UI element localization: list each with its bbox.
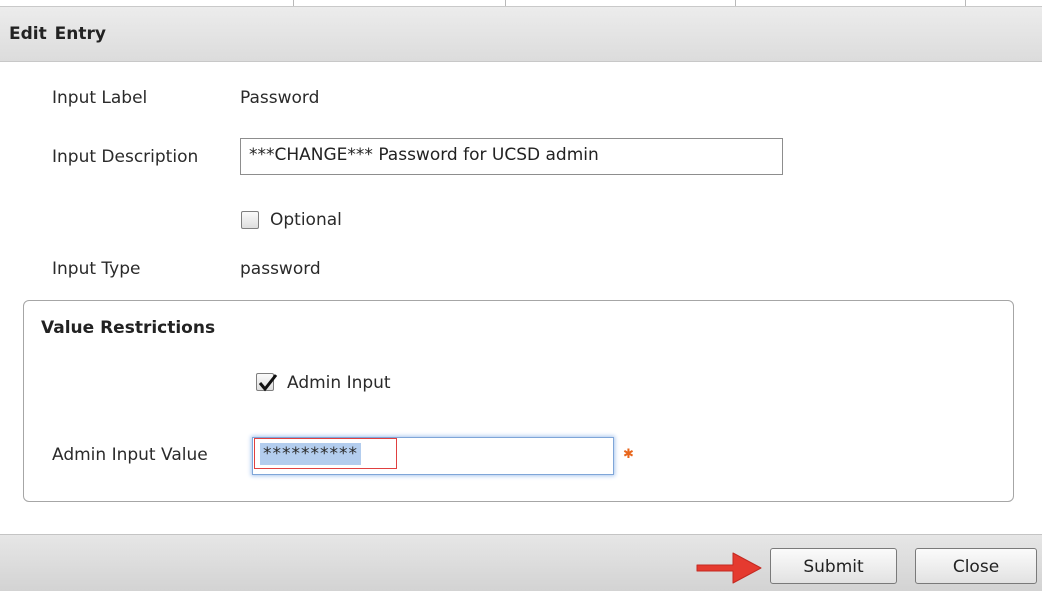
annotation-highlight-box	[254, 438, 397, 469]
top-strip-divider	[735, 0, 736, 6]
checkmark-icon	[258, 374, 278, 392]
optional-checkbox[interactable]	[241, 211, 259, 229]
input-label-label: Input Label	[52, 88, 148, 108]
admin-input-checkbox[interactable]	[256, 373, 278, 392]
admin-input-value-label: Admin Input Value	[52, 445, 208, 465]
pointer-arrow-annotation	[696, 552, 762, 584]
value-restrictions-title: Value Restrictions	[41, 318, 216, 338]
admin-input-label[interactable]: Admin Input	[287, 373, 391, 393]
top-strip-divider	[293, 0, 294, 6]
input-type-label: Input Type	[52, 259, 141, 279]
input-description-field[interactable]: ***CHANGE*** Password for UCSD admin	[240, 138, 783, 175]
top-strip	[0, 0, 1042, 7]
optional-label[interactable]: Optional	[270, 210, 342, 230]
close-button[interactable]: Close	[915, 548, 1037, 584]
top-strip-divider	[505, 0, 506, 6]
input-label-value: Password	[240, 88, 320, 108]
submit-button[interactable]: Submit	[770, 548, 897, 584]
dialog-title: Edit Entry	[9, 24, 106, 44]
input-type-value: password	[240, 259, 321, 279]
required-asterisk-icon: ✱	[623, 447, 634, 462]
dialog-header: Edit Entry	[0, 7, 1042, 62]
input-description-label: Input Description	[52, 147, 199, 167]
top-strip-divider	[965, 0, 966, 6]
